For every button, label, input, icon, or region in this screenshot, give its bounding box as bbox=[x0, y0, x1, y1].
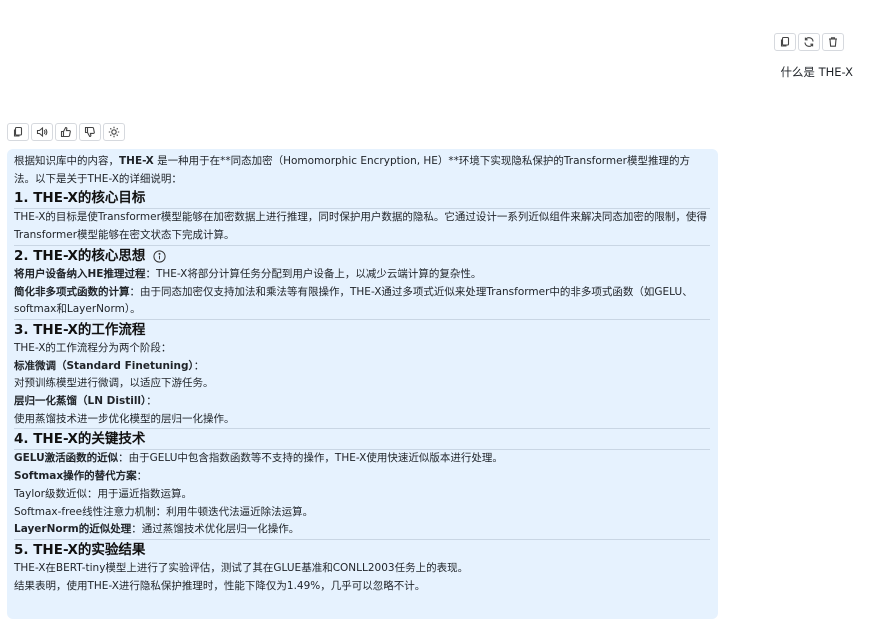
like-button[interactable] bbox=[55, 123, 77, 141]
thumbs-down-icon bbox=[84, 123, 96, 142]
divider bbox=[14, 244, 710, 246]
copy-icon bbox=[779, 33, 791, 52]
user-message: 什么是 THE-X bbox=[780, 65, 853, 79]
thumbs-up-icon bbox=[60, 123, 72, 142]
assistant-answer: 根据知识库中的内容，THE-X 是一种用于在**同态加密（Homomorphic… bbox=[7, 149, 718, 619]
divider bbox=[14, 428, 710, 430]
dislike-button[interactable] bbox=[79, 123, 101, 141]
trash-icon bbox=[827, 33, 839, 52]
list-item: 层归一化蒸馏（LN Distill）： bbox=[14, 395, 157, 408]
copy-icon bbox=[12, 123, 24, 142]
divider bbox=[14, 538, 710, 540]
list-item-text: 对预训练模型进行微调，以适应下游任务。 bbox=[14, 377, 214, 390]
divider bbox=[14, 318, 710, 320]
list-item-text: Softmax-free线性注意力机制：利用牛顿迭代法逼近除法运算。 bbox=[14, 505, 314, 518]
section-heading-idea: 2. THE-X的核心思想 bbox=[14, 247, 710, 266]
info-icon[interactable] bbox=[153, 250, 166, 263]
read-aloud-button[interactable] bbox=[31, 123, 53, 141]
copy-button[interactable] bbox=[7, 123, 29, 141]
regenerate-button[interactable] bbox=[798, 33, 820, 51]
speaker-icon bbox=[36, 123, 48, 142]
answer-intro: 根据知识库中的内容，THE-X 是一种用于在**同态加密（Homomorphic… bbox=[14, 155, 690, 185]
suggest-button[interactable] bbox=[103, 123, 125, 141]
list-item: Softmax操作的替代方案： bbox=[14, 470, 148, 483]
list-item: LayerNorm的近似处理：通过蒸馏技术优化层归一化操作。 bbox=[14, 523, 300, 536]
list-item: 简化非多项式函数的计算：由于同态加密仅支持加法和乘法等有限操作，THE-X通过多… bbox=[14, 285, 693, 316]
section-heading-workflow: 3. THE-X的工作流程 bbox=[14, 321, 146, 338]
list-item: GELU激活函数的近似：由于GELU中包含指数函数等不支持的操作，THE-X使用… bbox=[14, 452, 503, 465]
sun-icon bbox=[108, 123, 120, 142]
section-text: THE-X的工作流程分为两个阶段： bbox=[14, 341, 172, 354]
section-heading-techniques: 4. THE-X的关键技术 bbox=[14, 431, 146, 448]
section-text: 结果表明，使用THE-X进行隐私保护推理时，性能下降仅为1.49%，几乎可以忽略… bbox=[14, 579, 426, 592]
refresh-icon bbox=[803, 33, 815, 52]
list-item: 将用户设备纳入HE推理过程：THE-X将部分计算任务分配到用户设备上，以减少云端… bbox=[14, 267, 482, 280]
delete-button[interactable] bbox=[822, 33, 844, 51]
list-item-text: 使用蒸馏技术进一步优化模型的层归一化操作。 bbox=[14, 412, 235, 425]
section-heading-results: 5. THE-X的实验结果 bbox=[14, 541, 146, 558]
list-item: 标准微调（Standard Finetuning）： bbox=[14, 359, 205, 372]
section-heading-goal: 1. THE-X的核心目标 bbox=[14, 190, 146, 207]
section-text: THE-X在BERT-tiny模型上进行了实验评估，测试了其在GLUE基准和CO… bbox=[14, 561, 469, 574]
copy-button[interactable] bbox=[774, 33, 796, 51]
user-message-toolbar bbox=[774, 33, 844, 51]
section-text: THE-X的目标是使Transformer模型能够在加密数据上进行推理，同时保护… bbox=[14, 211, 707, 242]
assistant-message-toolbar bbox=[7, 123, 125, 141]
list-item-text: Taylor级数近似：用于逼近指数运算。 bbox=[14, 487, 192, 500]
